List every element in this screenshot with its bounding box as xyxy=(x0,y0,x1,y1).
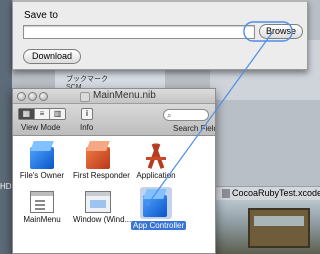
hd-label: HD xyxy=(0,182,12,191)
object-label: MainMenu xyxy=(23,215,61,224)
window-title: MainMenu.nib xyxy=(93,90,156,101)
nib-object-window[interactable]: Window (Wind... xyxy=(73,191,132,224)
nib-object-first-responder[interactable]: First Responder xyxy=(73,141,130,180)
app-a-icon xyxy=(142,141,170,169)
download-sheet: Save to Browse Download xyxy=(12,0,309,70)
nib-object-files-owner[interactable]: File's Owner xyxy=(17,141,67,180)
info-label: Info xyxy=(80,123,94,132)
download-button[interactable]: Download xyxy=(23,49,81,64)
browse-button[interactable]: Browse xyxy=(259,24,303,39)
menu-icon xyxy=(30,191,54,213)
left-window-strip xyxy=(0,0,12,254)
window-icon xyxy=(85,191,111,213)
list-view-icon[interactable]: ≡ xyxy=(35,109,51,119)
close-button[interactable] xyxy=(17,92,26,101)
nib-object-app-controller[interactable]: App Controller xyxy=(131,187,187,231)
zoom-button[interactable] xyxy=(39,92,48,101)
object-label: Window (Wind... xyxy=(73,215,132,224)
save-path-field[interactable] xyxy=(23,25,255,39)
object-label: App Controller xyxy=(131,221,187,230)
nib-object-application[interactable]: Application xyxy=(131,141,181,180)
view-mode-label: View Mode xyxy=(21,123,61,132)
blue-cube-icon xyxy=(142,189,168,217)
icon-view-icon[interactable]: ▦ xyxy=(19,109,35,119)
search-icon: ⌕ xyxy=(167,111,172,120)
sidebar-item-bookmarks[interactable]: ブックマーク xyxy=(66,74,108,84)
search-field-label: Search Field xyxy=(173,124,216,133)
project-tab-label[interactable]: CocoaRubyTest.xcodep xyxy=(232,188,320,198)
tram-image xyxy=(248,208,310,248)
search-input[interactable]: ⌕ xyxy=(163,109,209,121)
sheet-divider xyxy=(13,0,309,2)
info-icon[interactable]: i xyxy=(81,108,93,120)
nib-title-bar[interactable]: MainMenu.nib xyxy=(13,89,215,104)
nib-toolbar: ▦ ≡ ▥ View Mode i Info ⌕ Search Field xyxy=(13,104,216,136)
nib-object-mainmenu[interactable]: MainMenu xyxy=(17,191,67,224)
nib-file-icon xyxy=(80,92,90,102)
selection-highlight xyxy=(140,187,172,219)
nib-window: MainMenu.nib ▦ ≡ ▥ View Mode i Info ⌕ Se… xyxy=(12,88,216,254)
orange-cube-icon xyxy=(85,141,111,169)
view-mode-control[interactable]: ▦ ≡ ▥ xyxy=(18,108,66,120)
object-label: File's Owner xyxy=(19,171,65,180)
column-view-icon[interactable]: ▥ xyxy=(50,109,65,119)
blue-cube-icon xyxy=(29,141,55,169)
minimize-button[interactable] xyxy=(28,92,37,101)
save-to-label: Save to xyxy=(24,10,58,21)
xcode-project-icon xyxy=(222,189,230,198)
object-label: Application xyxy=(136,171,176,180)
object-label: First Responder xyxy=(73,171,130,180)
